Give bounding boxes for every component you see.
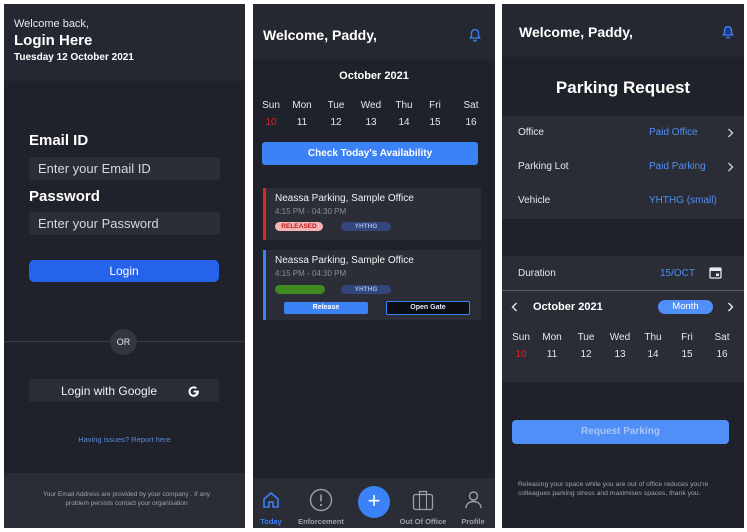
booking-time: 4:15 PM - 04:30 PM [275,207,347,216]
vehicle-row[interactable]: Vehicle YHTHG (small) [502,184,744,218]
welcome-text: Welcome back, [14,18,89,30]
parking-lot-row[interactable]: Parking Lot Paid Parking [502,150,744,185]
email-label: Email ID [29,132,89,149]
booking-card[interactable]: Neassa Parking, Sample Office 4:15 PM - … [263,188,481,240]
bell-icon[interactable] [469,28,481,42]
user-icon [464,490,483,509]
week-day-fri[interactable]: Fri 15 [418,100,452,128]
week-day-fri[interactable]: Fri 15 [670,332,704,360]
email-field[interactable]: Enter your Email ID [29,157,220,180]
calendar-icon[interactable] [709,266,722,279]
chevron-right-icon [727,128,734,138]
week-day-thu[interactable]: Thu 14 [387,100,421,128]
duration-row[interactable]: Duration 15/OCT [502,256,744,291]
open-gate-button[interactable]: Open Gate [386,301,470,315]
login-footer-text: Your Email Address are provided by your … [42,491,211,507]
login-title: Login Here [14,32,93,49]
week-day-wed[interactable]: Wed 13 [354,100,388,128]
booking-title: Neassa Parking, Sample Office [275,255,414,266]
calendar-month: October 2021 [533,301,603,313]
vehicle-badge: YHTHG [341,222,391,231]
vehicle-badge: YHTHG [341,285,391,294]
chevron-right-icon[interactable] [727,302,734,312]
google-login-button[interactable]: Login with Google [29,379,219,402]
month-toggle[interactable]: Month [658,300,713,314]
week-day-wed[interactable]: Wed 13 [603,332,637,360]
status-badge-released: RELEASED [275,222,323,231]
week-day-sat[interactable]: Sat 16 [454,100,488,128]
office-row[interactable]: Office Paid Office [502,116,744,151]
login-date: Tuesday 12 October 2021 [14,52,134,63]
chevron-left-icon[interactable] [511,302,518,312]
request-footer-text: Releasing your space while you are out o… [518,481,709,497]
today-date: 10 [265,117,277,128]
request-parking-button[interactable]: Request Parking [512,420,729,444]
alert-circle-icon [309,488,333,512]
week-day-mon[interactable]: Mon 11 [285,100,319,128]
chevron-right-icon [727,162,734,172]
booking-card[interactable]: Neassa Parking, Sample Office 4:15 PM - … [263,250,481,320]
row-label: Vehicle [518,195,551,206]
week-strip: Sun 10 Mon 11 Tue 12 Wed 13 Thu 14 Fri 15 Sat 1… [254,100,494,136]
week-day-thu[interactable]: Thu 14 [636,332,670,360]
nav-label: Profile [461,517,485,526]
duration-label: Duration [518,268,556,279]
week-day-sat[interactable]: Sat 16 [705,332,739,360]
booking-title: Neassa Parking, Sample Office [275,193,414,204]
nav-label: Out Of Office [399,517,447,526]
login-screen: Welcome back, Login Here Tuesday 12 Octo… [4,4,245,528]
briefcase-icon [411,488,435,512]
google-button-label: Login with Google [61,384,158,398]
nav-label: Enforcement [298,517,344,526]
today-screen: Welcome, Paddy, October 2021 Sun 10 Mon 11… [253,4,495,528]
page-title: Parking Request [555,78,691,97]
row-label: Office [518,127,544,138]
nav-profile[interactable]: Profile [457,487,489,526]
home-icon [262,491,280,509]
week-day-sun[interactable]: Sun 10 [504,332,538,360]
row-value: Paid Office [649,127,698,138]
header-title: Welcome, Paddy, [519,24,633,40]
week-day-mon[interactable]: Mon 11 [535,332,569,360]
report-issue-link[interactable]: Having issues? Report here [4,435,245,444]
add-booking-button[interactable]: + [358,486,390,518]
password-field[interactable]: Enter your Password [29,212,220,235]
status-badge-active [275,285,325,294]
nav-enforcement[interactable]: Enforcement [293,487,349,526]
password-label: Password [29,188,100,205]
calendar-month: October 2021 [339,70,409,82]
bell-icon[interactable] [722,25,734,39]
week-day-tue[interactable]: Tue 12 [319,100,353,128]
row-value: YHTHG (small) [649,195,717,206]
week-day-tue[interactable]: Tue 12 [569,332,603,360]
row-value: Paid Parking [649,161,706,172]
nav-label: Today [260,517,282,526]
nav-out-of-office[interactable]: Out Of Office [396,487,450,526]
google-g-icon [186,383,201,398]
release-button[interactable]: Release [284,302,368,314]
login-button[interactable]: Login [29,260,219,282]
booking-time: 4:15 PM - 04:30 PM [275,269,347,278]
duration-value: 15/OCT [660,268,696,279]
parking-request-screen: Welcome, Paddy, Parking Request Office P… [502,4,744,528]
nav-today[interactable]: Today [256,489,286,527]
week-day-sun[interactable]: Sun 10 [254,100,288,128]
or-badge: OR [110,329,137,355]
row-label: Parking Lot [518,161,569,172]
header-title: Welcome, Paddy, [263,27,377,43]
today-date: 10 [515,349,527,360]
check-availability-button[interactable]: Check Today's Availability [262,142,478,165]
week-strip: Sun 10 Mon 11 Tue 12 Wed 13 Thu 14 Fri 15 Sat 1… [504,332,744,368]
